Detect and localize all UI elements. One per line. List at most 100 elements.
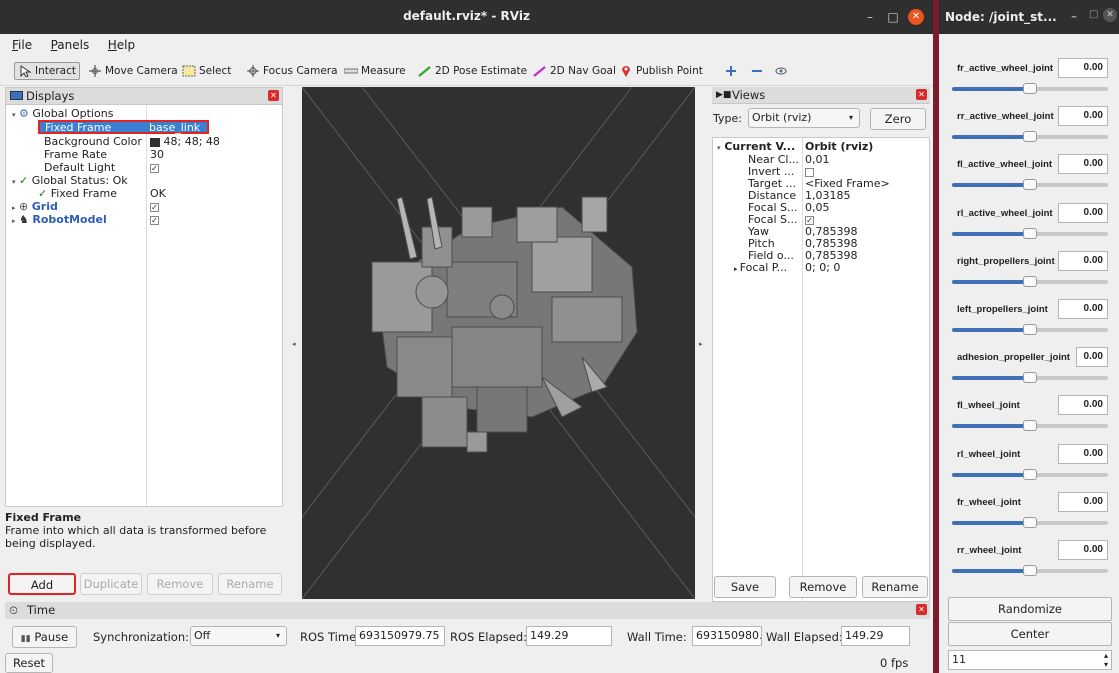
checkbox[interactable]: ✓ bbox=[805, 215, 814, 225]
frame-rate-value[interactable]: 30 bbox=[150, 148, 164, 161]
render-viewport[interactable] bbox=[302, 87, 695, 599]
slider-handle[interactable] bbox=[1023, 131, 1037, 143]
rename-button[interactable]: Rename bbox=[218, 573, 282, 595]
slider-handle[interactable] bbox=[1023, 324, 1037, 335]
zero-button[interactable]: Zero bbox=[870, 108, 926, 130]
joint-slider[interactable] bbox=[952, 131, 1108, 143]
ros-time-field[interactable]: 693150979.75 bbox=[355, 626, 445, 646]
reset-button[interactable]: Reset bbox=[5, 653, 53, 673]
menu-panels[interactable]: Panels bbox=[39, 34, 93, 52]
collapse-left-icon[interactable]: ◂ bbox=[292, 340, 296, 348]
center-button[interactable]: Center bbox=[948, 622, 1112, 646]
chevron-right-icon[interactable]: ▸ bbox=[12, 217, 16, 225]
tool-nav-goal[interactable]: 2D Nav Goal bbox=[533, 63, 616, 81]
checkbox[interactable] bbox=[805, 167, 814, 177]
remove-tool-icon[interactable] bbox=[750, 63, 767, 81]
joint-value-field[interactable]: 0.00 bbox=[1058, 250, 1108, 271]
slider-handle[interactable] bbox=[1023, 565, 1037, 576]
wall-time-field[interactable]: 693150980.84 bbox=[692, 626, 762, 646]
default-light-checkbox[interactable]: ✓ bbox=[150, 161, 159, 174]
joint-count-spinbox[interactable]: 11 ▴ ▾ bbox=[948, 650, 1112, 670]
tool-measure[interactable]: Measure bbox=[344, 63, 406, 81]
remove-button[interactable]: Remove bbox=[789, 576, 857, 598]
slider-handle[interactable] bbox=[1023, 83, 1037, 94]
joint-value-field[interactable]: 0.00 bbox=[1058, 58, 1108, 78]
chevron-down-icon[interactable]: ▾ bbox=[12, 111, 16, 119]
close-icon[interactable]: ✕ bbox=[268, 90, 279, 101]
close-icon[interactable]: ✕ bbox=[908, 9, 924, 25]
joint-value-field[interactable]: 0.00 bbox=[1058, 395, 1108, 416]
joint-value-field[interactable]: 0.00 bbox=[1058, 202, 1108, 223]
background-color-row[interactable]: Background Color bbox=[44, 135, 142, 148]
minimize-icon[interactable]: – bbox=[1071, 9, 1077, 23]
slider-handle[interactable] bbox=[1023, 275, 1037, 287]
slider-handle[interactable] bbox=[1023, 516, 1037, 528]
joint-slider[interactable] bbox=[952, 324, 1108, 335]
joint-slider[interactable] bbox=[952, 83, 1108, 94]
add-button[interactable]: Add bbox=[8, 573, 76, 595]
maximize-icon[interactable]: □ bbox=[1089, 9, 1098, 20]
chevron-right-icon[interactable]: ▸ bbox=[12, 204, 16, 212]
add-tool-icon[interactable] bbox=[724, 63, 741, 81]
duplicate-button[interactable]: Duplicate bbox=[80, 573, 142, 595]
robotmodel-checkbox[interactable]: ✓ bbox=[150, 213, 159, 226]
tool-move-camera[interactable]: Move Camera bbox=[88, 63, 178, 81]
slider-handle[interactable] bbox=[1023, 468, 1037, 480]
joint-slider[interactable] bbox=[952, 372, 1108, 384]
menu-file[interactable]: File bbox=[0, 34, 35, 52]
joint-slider[interactable] bbox=[952, 420, 1108, 432]
tool-pose-estimate[interactable]: 2D Pose Estimate bbox=[418, 63, 527, 81]
global-options-row[interactable]: ▾ ⚙ Global Options bbox=[12, 107, 113, 120]
slider-handle[interactable] bbox=[1023, 372, 1037, 384]
spin-arrows-icon[interactable]: ▴ ▾ bbox=[1104, 651, 1108, 669]
status-fixed-frame-row[interactable]: ✓ Fixed Frame bbox=[38, 187, 117, 200]
pause-button[interactable]: ▮▮ Pause bbox=[12, 626, 77, 648]
frame-rate-row[interactable]: Frame Rate bbox=[44, 148, 107, 161]
view-prop-row[interactable]: ▸ Focal P... bbox=[734, 261, 787, 274]
tool-publish-point[interactable]: Publish Point bbox=[619, 63, 703, 81]
close-icon[interactable]: ✕ bbox=[916, 89, 927, 100]
menu-help[interactable]: Help bbox=[96, 34, 138, 52]
joint-slider[interactable] bbox=[952, 227, 1108, 239]
grid-row[interactable]: ▸ ⊕ Grid bbox=[12, 200, 58, 213]
robotmodel-row[interactable]: ▸ ♞ RobotModel bbox=[12, 213, 107, 226]
collapse-right-icon[interactable]: ▸ bbox=[699, 340, 703, 348]
joint-value-field[interactable]: 0.00 bbox=[1076, 347, 1108, 368]
joint-value-field[interactable]: 0.00 bbox=[1058, 299, 1108, 319]
joint-slider[interactable] bbox=[952, 516, 1108, 528]
ros-elapsed-field[interactable]: 149.29 bbox=[526, 626, 612, 646]
randomize-button[interactable]: Randomize bbox=[948, 597, 1112, 621]
joint-value-field[interactable]: 0.00 bbox=[1058, 540, 1108, 560]
tool-select[interactable]: Select bbox=[182, 63, 231, 81]
tool-focus-camera[interactable]: Focus Camera bbox=[246, 63, 338, 81]
chevron-down-icon[interactable]: ▾ bbox=[12, 178, 16, 186]
default-light-row[interactable]: Default Light bbox=[44, 161, 115, 174]
remove-button[interactable]: Remove bbox=[147, 573, 213, 595]
close-icon[interactable]: ✕ bbox=[1103, 8, 1117, 22]
maximize-icon[interactable]: □ bbox=[885, 9, 901, 25]
joint-slider[interactable] bbox=[952, 275, 1108, 287]
view-type-select[interactable]: Orbit (rviz) ▾ bbox=[748, 108, 860, 128]
joint-slider[interactable] bbox=[952, 565, 1108, 576]
chevron-down-icon[interactable]: ▾ bbox=[717, 144, 721, 152]
slider-handle[interactable] bbox=[1023, 420, 1037, 432]
save-button[interactable]: Save bbox=[714, 576, 776, 598]
joint-slider[interactable] bbox=[952, 468, 1108, 480]
sync-select[interactable]: Off ▾ bbox=[190, 626, 287, 646]
joint-slider[interactable] bbox=[952, 179, 1108, 191]
grid-checkbox[interactable]: ✓ bbox=[150, 200, 159, 213]
fixed-frame-value[interactable]: base_link bbox=[149, 121, 200, 134]
slider-handle[interactable] bbox=[1023, 227, 1037, 239]
view-prop-value[interactable]: 0; 0; 0 bbox=[805, 261, 840, 274]
wall-elapsed-field[interactable]: 149.29 bbox=[841, 626, 910, 646]
eye-icon[interactable] bbox=[774, 63, 791, 81]
minimize-icon[interactable]: – bbox=[862, 9, 878, 25]
joint-value-field[interactable]: 0.00 bbox=[1058, 443, 1108, 464]
fixed-frame-row[interactable]: Fixed Frame base_link bbox=[38, 120, 209, 134]
current-view-row[interactable]: ▾ Current V... bbox=[717, 140, 795, 153]
joint-value-field[interactable]: 0.00 bbox=[1058, 106, 1108, 127]
tool-interact[interactable]: Interact bbox=[14, 62, 80, 80]
slider-handle[interactable] bbox=[1023, 179, 1037, 191]
joint-value-field[interactable]: 0.00 bbox=[1058, 491, 1108, 512]
close-icon[interactable]: ✕ bbox=[916, 604, 927, 615]
